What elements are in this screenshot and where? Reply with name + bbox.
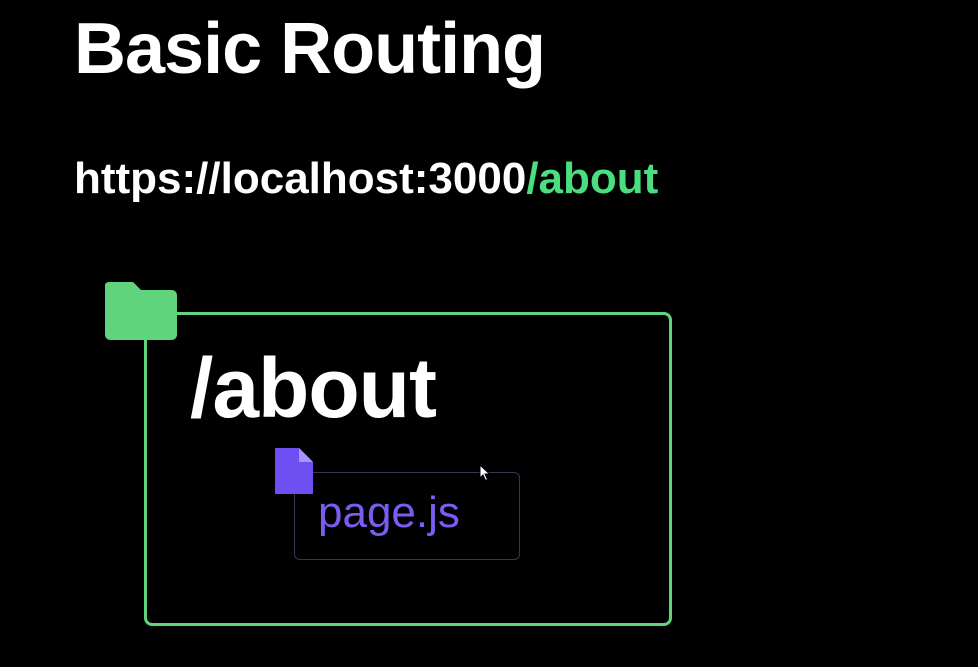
url-route: /about (526, 154, 659, 203)
file-label: page.js (318, 488, 460, 537)
page-title: Basic Routing (74, 9, 546, 89)
cursor-icon (479, 464, 491, 482)
url-line: https://localhost:3000/about (74, 152, 658, 206)
folder-label: /about (190, 341, 437, 435)
folder-icon (105, 282, 177, 340)
file-icon (275, 448, 313, 494)
url-base: https://localhost:3000 (74, 154, 527, 203)
